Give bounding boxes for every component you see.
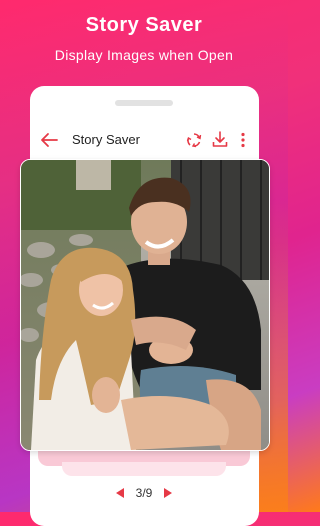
app-toolbar: Story Saver bbox=[30, 126, 259, 154]
next-image-icon[interactable] bbox=[164, 488, 173, 498]
app-title: Story Saver bbox=[72, 132, 140, 147]
download-icon[interactable] bbox=[212, 131, 228, 148]
story-photo-couple bbox=[21, 160, 269, 450]
back-arrow-icon[interactable] bbox=[40, 132, 58, 148]
card-stack-further bbox=[62, 462, 226, 476]
promo-subline: Display Images when Open bbox=[54, 47, 234, 63]
promo-headline: Story Saver bbox=[85, 14, 203, 36]
phone-notch bbox=[115, 100, 173, 106]
more-vert-icon[interactable] bbox=[237, 132, 249, 148]
pager-counter: 3/9 bbox=[135, 486, 153, 500]
repost-icon[interactable] bbox=[186, 132, 202, 148]
previous-image-icon[interactable] bbox=[115, 488, 124, 498]
story-image[interactable] bbox=[20, 159, 270, 451]
image-pager: 3/9 bbox=[0, 484, 288, 502]
